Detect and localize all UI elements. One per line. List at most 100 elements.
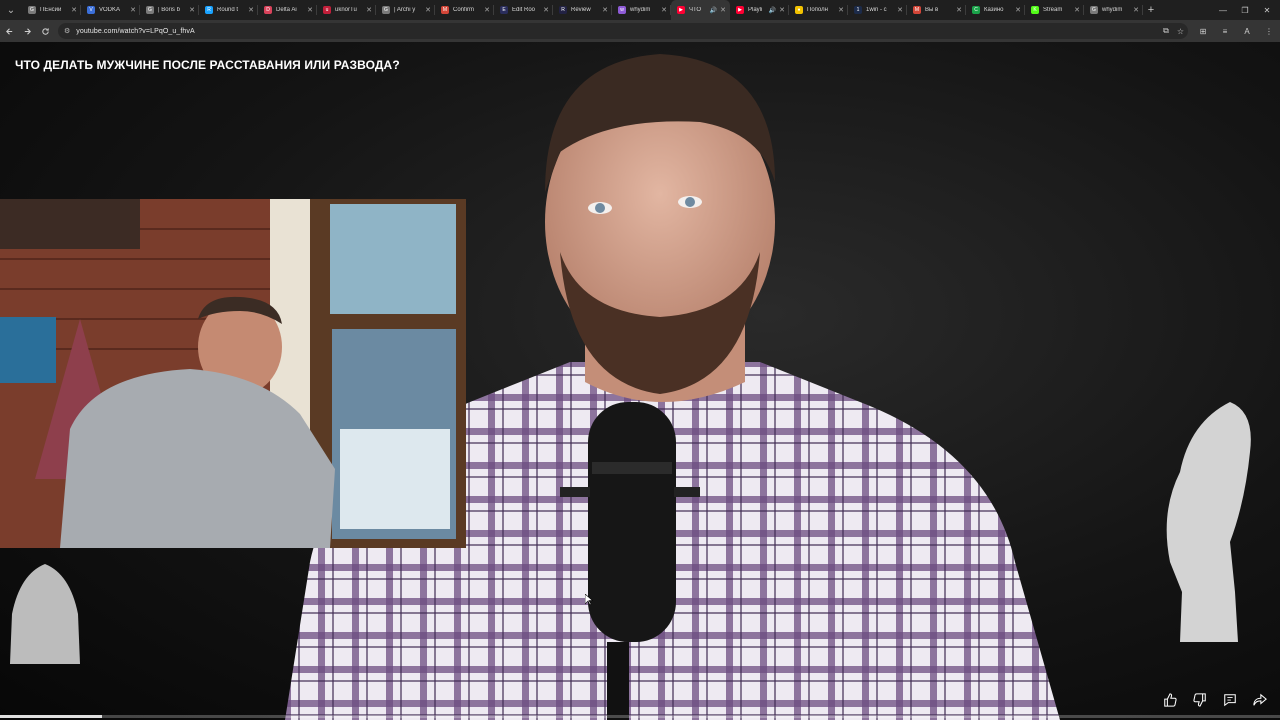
close-window-button[interactable]: ✕ <box>1256 0 1278 20</box>
tab-label: | Archi y <box>394 7 416 13</box>
tab-favicon-icon: u <box>323 6 331 14</box>
tab-favicon-icon: R <box>559 6 567 14</box>
tab-18[interactable]: Gwhydim ✕ <box>1084 0 1143 20</box>
video-title: ЧТО ДЕЛАТЬ МУЖЧИНЕ ПОСЛЕ РАССТАВАНИЯ ИЛИ… <box>15 58 400 72</box>
tab-label: Playli <box>748 7 763 13</box>
tab-label: Stream <box>1043 7 1063 13</box>
tab-label: 1win - c <box>866 7 887 13</box>
tab-label: ЧТО <box>689 7 702 13</box>
tab-14[interactable]: 1 1win - c ✕ <box>848 0 907 20</box>
tab-audio-icon[interactable]: 🔊 <box>769 7 776 14</box>
new-tab-button[interactable]: + <box>1143 0 1159 20</box>
site-info-icon[interactable]: ⚙ <box>64 27 70 35</box>
tab-label: Пополн <box>807 7 828 13</box>
tab-label: Казино <box>984 7 1004 13</box>
tab-favicon-icon: w <box>618 6 626 14</box>
back-icon[interactable] <box>0 20 18 42</box>
tab-label: Confirm <box>453 7 475 13</box>
tab-close-icon[interactable]: ✕ <box>542 6 550 14</box>
webcam-overlay <box>0 199 466 548</box>
tab-favicon-icon: R <box>205 6 213 14</box>
extensions-icon[interactable]: ⊞ <box>1192 27 1214 36</box>
statue-right <box>1166 402 1251 642</box>
comment-icon[interactable] <box>1220 690 1240 710</box>
tab-favicon-icon: G <box>146 6 154 14</box>
tab-close-icon[interactable]: ✕ <box>896 6 904 14</box>
tab-8[interactable]: E Edit Roo ✕ <box>494 0 553 20</box>
tab-6[interactable]: G | Archi y ✕ <box>376 0 435 20</box>
tab-7[interactable]: M Confirm ✕ <box>435 0 494 20</box>
forward-icon[interactable] <box>18 20 36 42</box>
tab-2[interactable]: G | Boris b ✕ <box>140 0 199 20</box>
tab-13[interactable]: ● Пополн ✕ <box>789 0 848 20</box>
tab-12[interactable]: ▶ Playli 🔊 ✕ <box>730 0 789 20</box>
tab-close-icon[interactable]: ✕ <box>719 6 727 14</box>
tab-10[interactable]: w whydim ✕ <box>612 0 671 20</box>
tab-close-icon[interactable]: ✕ <box>660 6 668 14</box>
tab-favicon-icon: G <box>382 6 390 14</box>
dislike-icon[interactable] <box>1190 690 1210 710</box>
like-icon[interactable] <box>1160 690 1180 710</box>
tab-17[interactable]: K Stream ✕ <box>1025 0 1084 20</box>
tab-close-icon[interactable]: ✕ <box>365 6 373 14</box>
tab-audio-icon[interactable]: 🔊 <box>710 7 717 14</box>
tab-close-icon[interactable]: ✕ <box>247 6 255 14</box>
tab-close-icon[interactable]: ✕ <box>778 6 786 14</box>
tab-close-icon[interactable]: ✕ <box>837 6 845 14</box>
bookmark-star-icon[interactable]: ☆ <box>1177 27 1184 36</box>
tab-label: Вы в <box>925 7 939 13</box>
tab-label: uknorTu <box>335 7 357 13</box>
player-action-bar <box>1160 690 1270 710</box>
tab-11[interactable]: ▶ ЧТО 🔊 ✕ <box>671 0 730 20</box>
tab-label: whydim <box>1102 7 1123 13</box>
tabs-container: G ПЕнсии ✕ V VODKA ✕ G | Boris b ✕ R Round t ✕ D Delt… <box>22 0 1143 20</box>
tab-label: ПЕнсии <box>40 7 62 13</box>
tab-favicon-icon: M <box>441 6 449 14</box>
tab-close-icon[interactable]: ✕ <box>424 6 432 14</box>
tab-15[interactable]: M Вы в ✕ <box>907 0 966 20</box>
tab-close-icon[interactable]: ✕ <box>129 6 137 14</box>
tab-label: Round t <box>217 7 239 13</box>
tab-4[interactable]: D Delta Ai ✕ <box>258 0 317 20</box>
tab-favicon-icon: G <box>1090 6 1098 14</box>
restore-button[interactable]: ❐ <box>1234 0 1256 20</box>
tab-search-icon[interactable]: ⌄ <box>0 0 22 20</box>
profile-icon[interactable]: A <box>1236 27 1258 36</box>
tab-3[interactable]: R Round t ✕ <box>199 0 258 20</box>
tab-favicon-icon: ▶ <box>736 6 744 14</box>
menu-icon[interactable]: ⋮ <box>1258 27 1280 36</box>
media-controls-icon[interactable]: ≡ <box>1214 27 1236 36</box>
reload-icon[interactable] <box>36 20 54 42</box>
address-bar[interactable]: ⚙ youtube.com/watch?v=LPqO_u_fhvA ⧉ ☆ <box>58 23 1188 39</box>
tab-9[interactable]: R Review ✕ <box>553 0 612 20</box>
tab-label: VODKA <box>99 7 121 13</box>
tab-favicon-icon: K <box>1031 6 1039 14</box>
tab-label: Edit Roo <box>512 7 536 13</box>
tab-favicon-icon: V <box>87 6 95 14</box>
tab-close-icon[interactable]: ✕ <box>1073 6 1081 14</box>
video-progress-fill <box>0 715 103 718</box>
tab-favicon-icon: D <box>264 6 272 14</box>
video-player[interactable]: ЧТО ДЕЛАТЬ МУЖЧИНЕ ПОСЛЕ РАССТАВАНИЯ ИЛИ… <box>0 42 1280 720</box>
tab-close-icon[interactable]: ✕ <box>483 6 491 14</box>
tab-5[interactable]: u uknorTu ✕ <box>317 0 376 20</box>
tab-16[interactable]: C Казино ✕ <box>966 0 1025 20</box>
tab-favicon-icon: ● <box>795 6 803 14</box>
tab-favicon-icon: G <box>28 6 36 14</box>
tab-close-icon[interactable]: ✕ <box>1132 6 1140 14</box>
tab-label: whydim <box>630 7 651 13</box>
tab-close-icon[interactable]: ✕ <box>601 6 609 14</box>
open-in-app-icon[interactable]: ⧉ <box>1163 26 1169 36</box>
tab-close-icon[interactable]: ✕ <box>306 6 314 14</box>
tab-1[interactable]: V VODKA ✕ <box>81 0 140 20</box>
tab-close-icon[interactable]: ✕ <box>188 6 196 14</box>
minimize-button[interactable]: — <box>1212 0 1234 20</box>
browser-toolbar: ⚙ youtube.com/watch?v=LPqO_u_fhvA ⧉ ☆ ⊞ … <box>0 20 1280 42</box>
tab-close-icon[interactable]: ✕ <box>70 6 78 14</box>
tab-0[interactable]: G ПЕнсии ✕ <box>22 0 81 20</box>
video-progress-bar[interactable] <box>0 715 1280 718</box>
tab-close-icon[interactable]: ✕ <box>1014 6 1022 14</box>
share-icon[interactable] <box>1250 690 1270 710</box>
url-text[interactable]: youtube.com/watch?v=LPqO_u_fhvA <box>76 28 194 35</box>
tab-close-icon[interactable]: ✕ <box>955 6 963 14</box>
